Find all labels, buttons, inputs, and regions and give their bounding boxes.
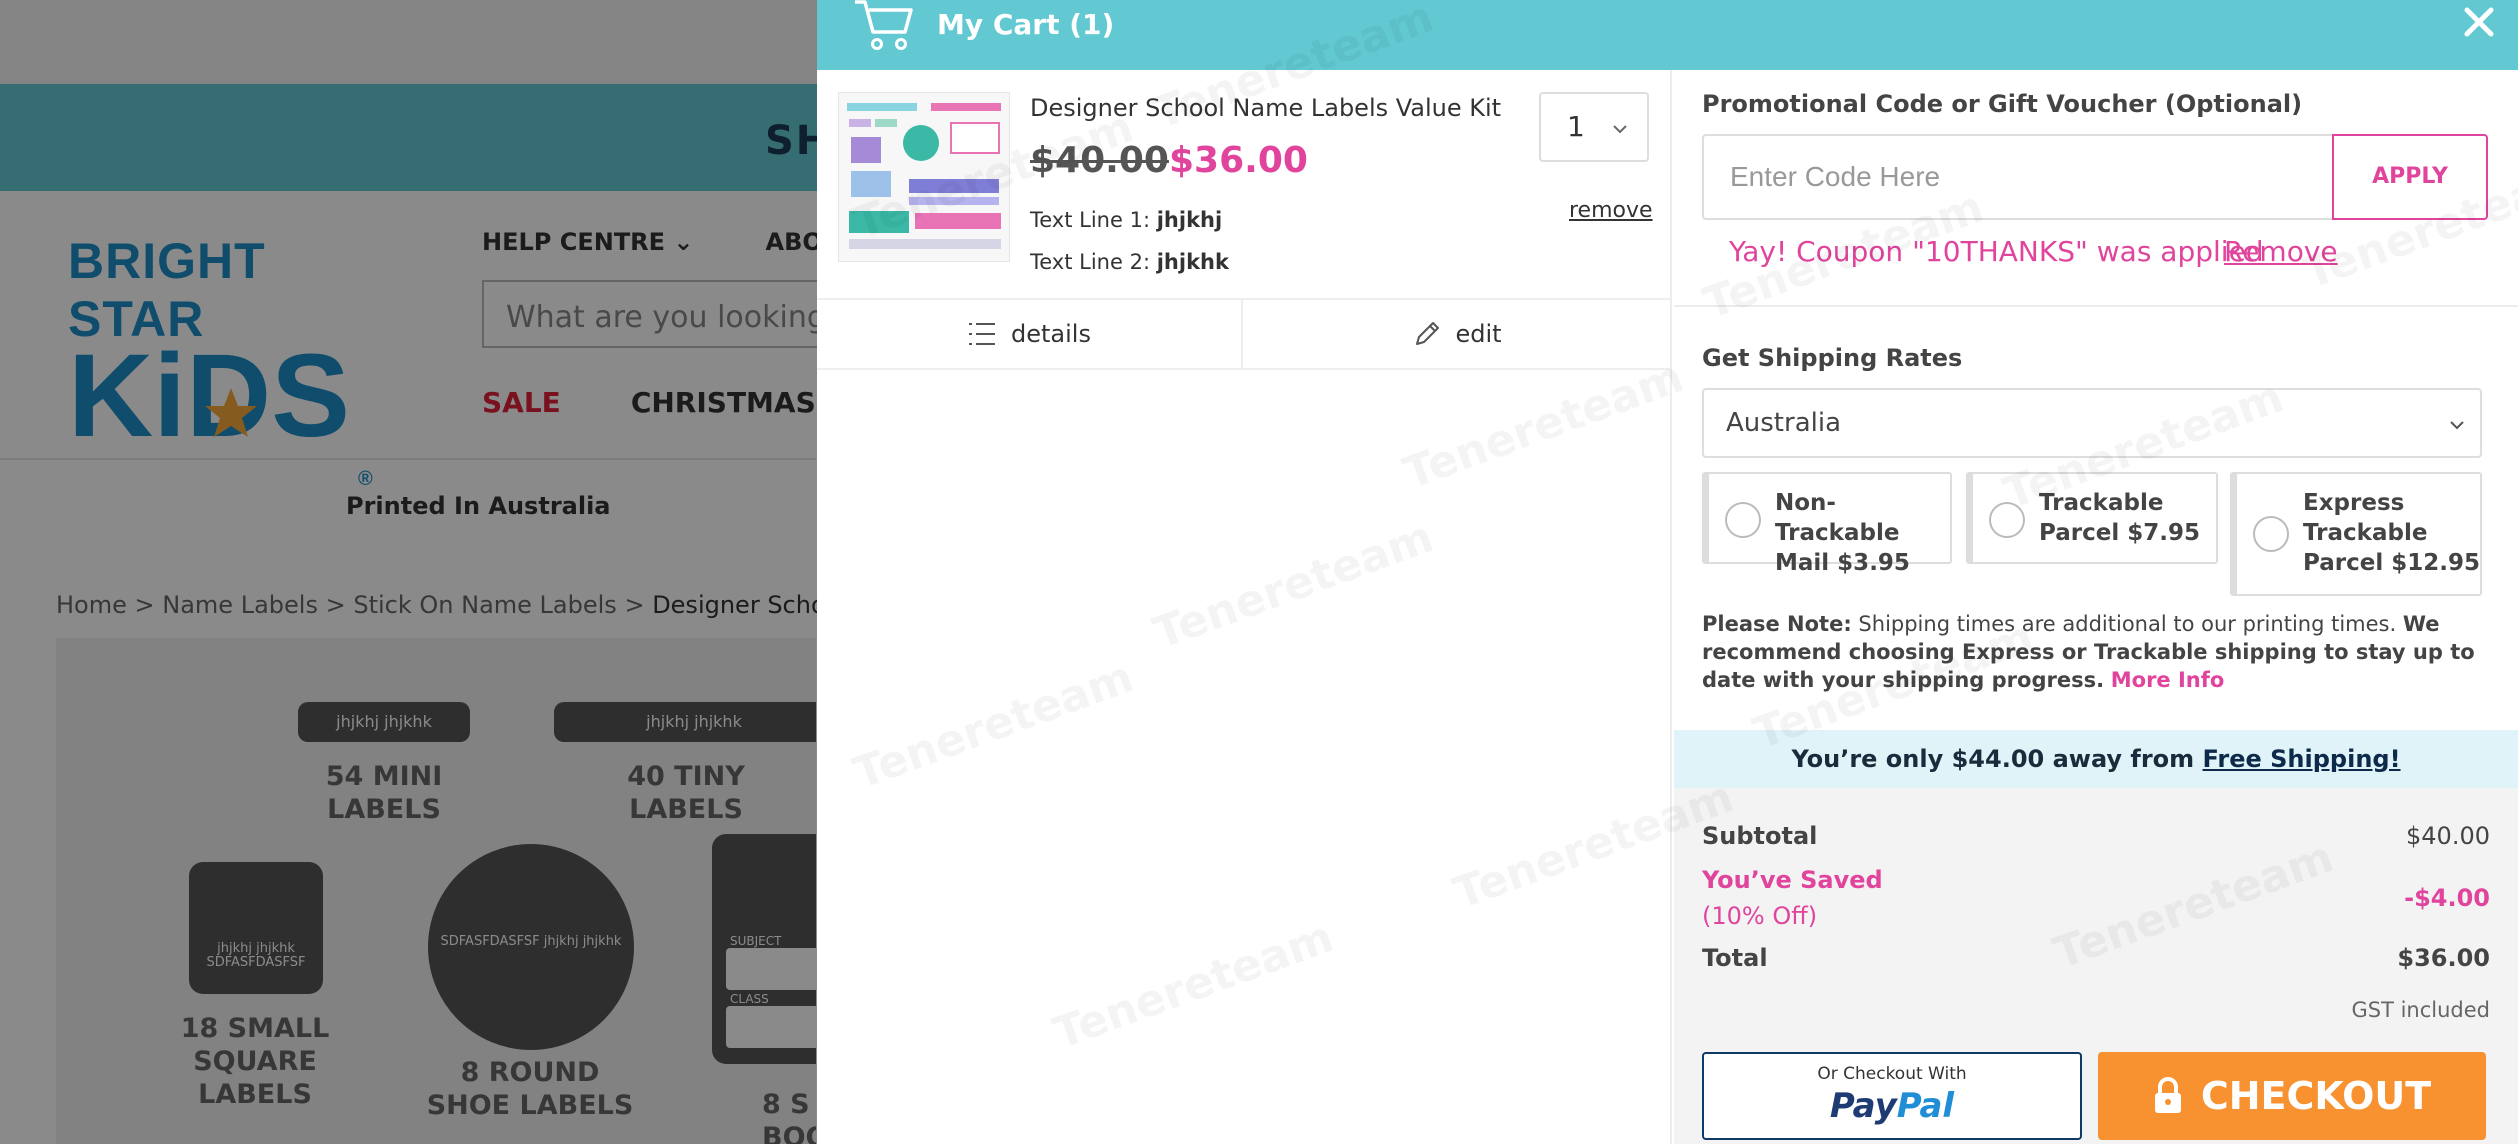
free-shipping-link[interactable]: Free Shipping! [2203, 745, 2401, 773]
remove-item-link[interactable]: remove [1569, 198, 1653, 223]
cart-title: My Cart (1) [937, 8, 1115, 41]
coupon-applied-message: Yay! Coupon "10THANKS" was applied [1729, 235, 2264, 268]
pencil-icon [1416, 322, 1440, 345]
total-label: Total [1702, 944, 1768, 972]
shipping-label: Get Shipping Rates [1702, 344, 1963, 372]
divider [1674, 305, 2518, 307]
shipping-note: Please Note: Shipping times are addition… [1702, 612, 2475, 692]
paypal-checkout-button[interactable]: Or Checkout With PayPal [1702, 1052, 2082, 1140]
item-actions: details edit [817, 298, 1670, 370]
modal-backdrop[interactable] [0, 0, 817, 1144]
cart-summary-panel: Promotional Code or Gift Voucher (Option… [1674, 70, 2518, 1144]
checkout-button[interactable]: CHECKOUT [2098, 1052, 2486, 1140]
list-icon [969, 323, 996, 345]
edit-button[interactable]: edit [1245, 300, 1670, 368]
more-info-link[interactable]: More Info [2111, 668, 2225, 692]
cart-header: My Cart (1) [817, 0, 2518, 70]
radio-button[interactable] [1989, 502, 2025, 538]
shipping-option-label: Non-Trackable Mail $3.95 [1775, 490, 1910, 576]
paypal-caption: Or Checkout With [1817, 1064, 1967, 1084]
quantity-select[interactable]: 1 [1539, 92, 1649, 162]
shipping-option-non-trackable[interactable]: Non-Trackable Mail $3.95 [1702, 472, 1952, 576]
details-label: details [1011, 320, 1091, 348]
product-thumbnail[interactable] [838, 92, 1010, 262]
shipping-option-label: Trackable Parcel $7.95 [2039, 490, 2200, 546]
paypal-logo: PayPal [1829, 1086, 1955, 1126]
close-icon[interactable] [2459, 2, 2499, 42]
radio-button[interactable] [1725, 502, 1761, 538]
saved-percent: (10% Off) [1702, 902, 1818, 930]
text-line-2: Text Line 2: jhjkhk [1030, 250, 1229, 274]
chevron-down-icon [1613, 125, 1627, 134]
total-value: $36.00 [2397, 944, 2490, 972]
chevron-down-icon [2450, 421, 2464, 430]
shipping-option-label: Express Trackable Parcel $12.95 [2303, 490, 2480, 576]
subtotal-value: $40.00 [2406, 822, 2490, 850]
shopping-cart-icon [855, 0, 913, 50]
promo-code-input[interactable] [1702, 134, 2334, 220]
details-button[interactable]: details [817, 300, 1243, 368]
item-name[interactable]: Designer School Name Labels Value Kit [1030, 94, 1501, 122]
edit-label: edit [1455, 320, 1502, 348]
country-value: Australia [1726, 408, 1842, 438]
shipping-option-express[interactable]: Express Trackable Parcel $12.95 [2230, 472, 2482, 596]
country-select[interactable]: Australia [1702, 388, 2482, 458]
apply-button[interactable]: APPLY [2332, 134, 2488, 220]
sale-price: $36.00 [1169, 140, 1308, 181]
lock-icon [2154, 1077, 2181, 1113]
checkout-label: CHECKOUT [2200, 1074, 2432, 1118]
quantity-value: 1 [1567, 110, 1585, 143]
free-shipping-banner: You’re only $44.00 away from Free Shippi… [1674, 730, 2518, 788]
shipping-option-trackable[interactable]: Trackable Parcel $7.95 [1966, 472, 2218, 564]
saved-label: You’ve Saved [1702, 866, 1883, 894]
promo-label: Promotional Code or Gift Voucher (Option… [1702, 90, 2303, 118]
saved-value: -$4.00 [2404, 884, 2490, 912]
cart-drawer: My Cart (1) Designer School Name Labels … [817, 0, 2518, 1144]
gst-note: GST included [2351, 998, 2490, 1022]
product-thumbnail-art [847, 103, 1001, 249]
subtotal-label: Subtotal [1702, 822, 1818, 850]
original-price: $40.00 [1030, 140, 1169, 181]
remove-coupon-link[interactable]: Remove [2224, 235, 2338, 268]
radio-button[interactable] [2253, 516, 2289, 552]
text-line-1: Text Line 1: jhjkhj [1030, 208, 1223, 232]
cart-items: Designer School Name Labels Value Kit $4… [817, 70, 1672, 1144]
